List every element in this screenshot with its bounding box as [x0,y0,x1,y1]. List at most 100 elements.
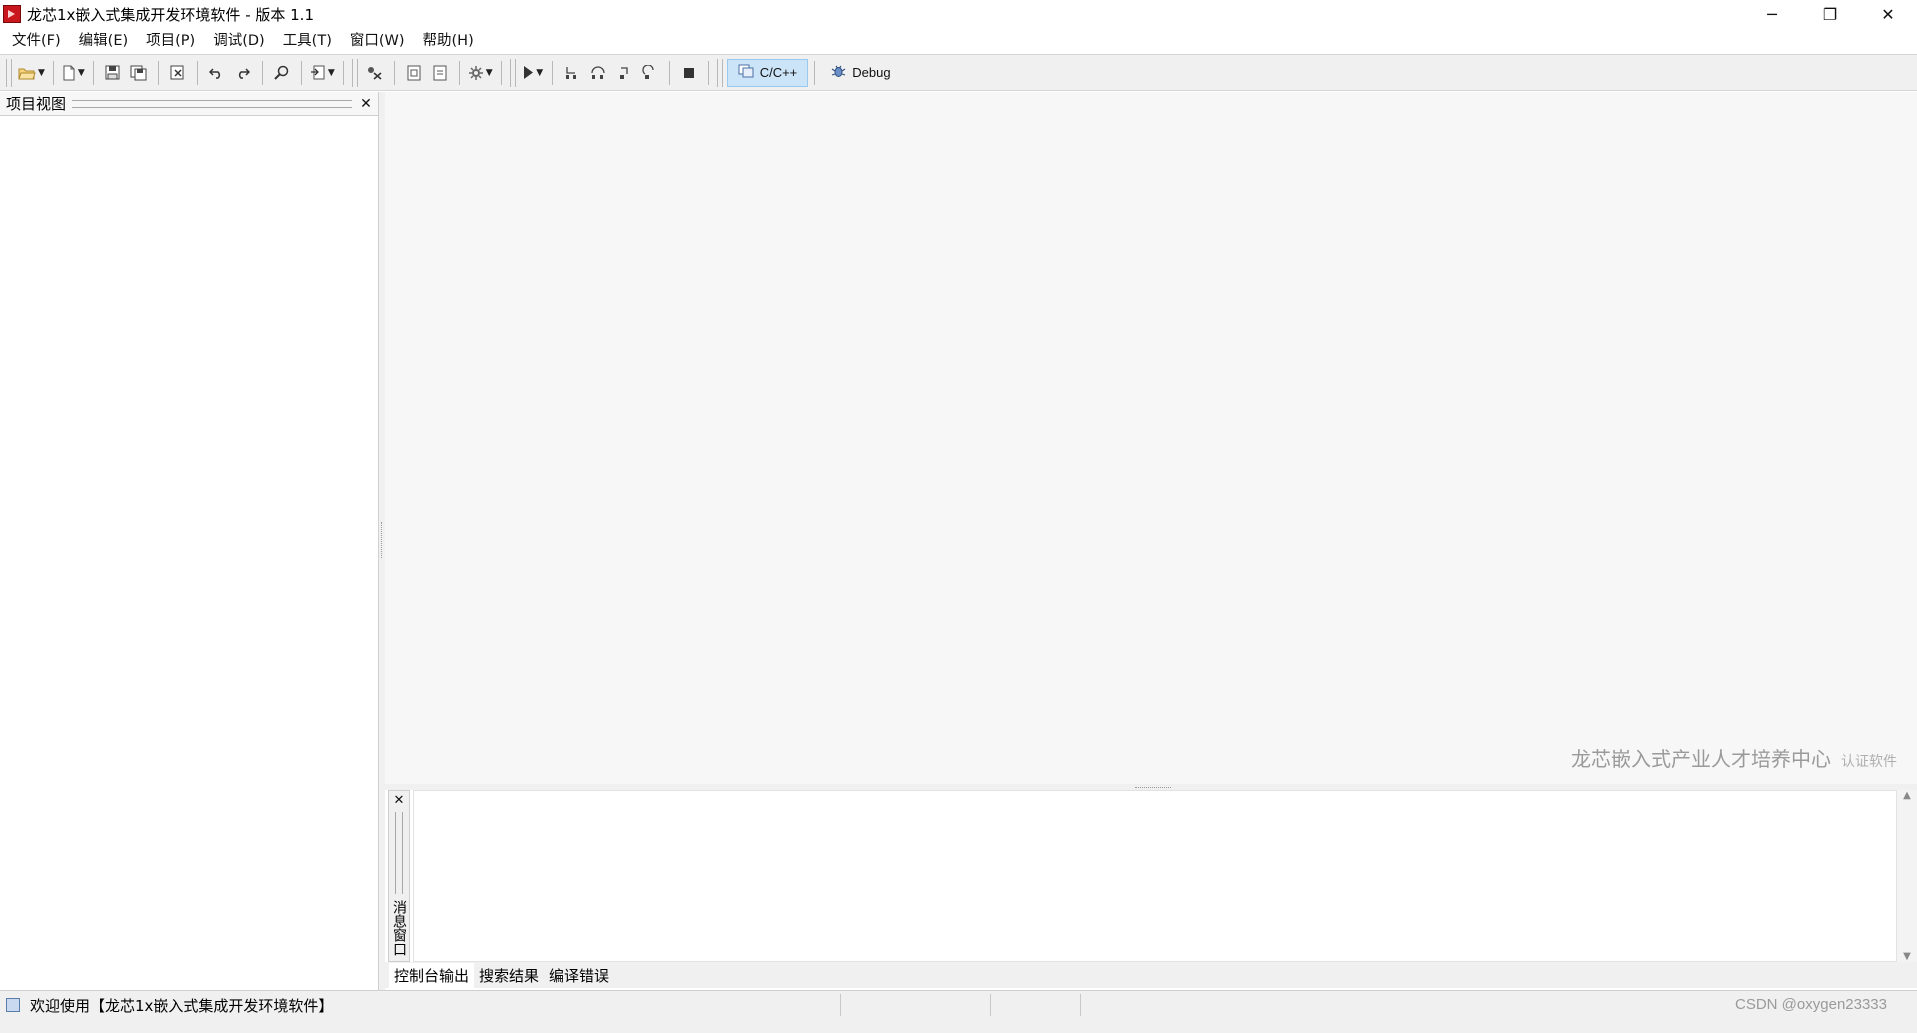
menu-help[interactable]: 帮助(H) [414,28,483,54]
status-bar: 欢迎使用【龙芯1x嵌入式集成开发环境软件】 CSDN @oxygen23333 [0,990,1917,1019]
tab-console-output[interactable]: 控制台输出 [389,963,475,988]
insert-button[interactable]: ▼ [308,59,337,87]
restore-button[interactable]: ❐ [1801,0,1859,28]
watermark: 龙芯嵌入式产业人才培养中心 认证软件 [1571,743,1897,772]
undo-icon [209,67,224,79]
toolbar-separator [814,60,816,85]
menu-tools[interactable]: 工具(T) [274,28,341,54]
step-out-icon [617,65,631,80]
run-button[interactable]: ▼ [520,59,546,87]
editor-area[interactable]: 龙芯嵌入式产业人才培养中心 认证软件 [385,92,1917,784]
toolbar-separator [668,60,670,85]
find-button[interactable] [269,59,295,87]
open-folder-button[interactable]: ▼ [16,59,47,87]
status-pane [1080,994,1280,1016]
redo-button[interactable] [230,59,256,87]
step-over-button[interactable] [585,59,611,87]
toolbar-separator [92,60,94,85]
new-file-button[interactable]: ▼ [60,59,87,87]
cpp-perspective-icon [738,64,754,81]
paste-button[interactable] [427,59,453,87]
chevron-down-icon[interactable]: ▼ [78,68,85,78]
project-tree[interactable] [0,116,378,988]
project-view-title: 项目视图 [6,95,67,113]
scroll-down-icon[interactable]: ▼ [1903,951,1911,962]
watermark-main-text: 龙芯嵌入式产业人才培养中心 [1571,747,1831,771]
bug-icon [831,64,846,82]
tools-button[interactable] [362,59,388,87]
close-file-button[interactable] [165,59,191,87]
menu-edit[interactable]: 编辑(E) [70,28,137,54]
panel-drag-handle[interactable] [72,99,352,108]
settings-button[interactable]: ▼ [466,59,495,87]
menu-bar: 文件(F) 编辑(E) 项目(P) 调试(D) 工具(T) 窗口(W) 帮助(H… [0,28,1917,54]
project-view-header: 项目视图 ✕ [0,92,378,116]
chevron-down-icon[interactable]: ▼ [328,68,335,78]
status-message: 欢迎使用【龙芯1x嵌入式集成开发环境软件】 [30,996,334,1015]
chevron-down-icon[interactable]: ▼ [536,68,543,78]
chevron-down-icon[interactable]: ▼ [38,68,45,78]
step-over-icon [590,65,606,80]
menu-file[interactable]: 文件(F) [3,28,70,54]
tab-compile-errors[interactable]: 编译错误 [544,963,614,988]
app-logo-icon [3,5,21,23]
step-return-button[interactable] [637,59,663,87]
step-into-button[interactable] [559,59,585,87]
undo-button[interactable] [204,59,230,87]
message-window-close-icon[interactable]: ✕ [394,793,405,808]
menu-project[interactable]: 项目(P) [137,28,204,54]
toolbar-separator [393,60,395,85]
toolbar-grip[interactable] [509,58,516,87]
toolbar-separator [52,60,54,85]
insert-icon [310,65,326,80]
cpp-perspective-button[interactable]: C/C++ [726,58,809,87]
copy-icon [407,65,421,81]
message-window-title: 消息窗口 [391,900,407,956]
toolbar-grip[interactable] [6,58,12,87]
close-window-button[interactable]: ✕ [1859,0,1917,28]
save-button[interactable] [100,59,126,87]
open-folder-icon [18,66,36,80]
toolbar-separator [707,60,709,85]
project-view-close-icon[interactable]: ✕ [358,96,374,112]
menu-window[interactable]: 窗口(W) [341,28,414,54]
toolbar-grip[interactable] [351,58,358,87]
save-all-button[interactable] [126,59,152,87]
debug-perspective-label: Debug [852,65,891,80]
cpp-perspective-label: C/C++ [759,65,798,80]
tab-search-results[interactable]: 搜索结果 [474,963,544,988]
step-out-button[interactable] [611,59,637,87]
stop-icon [683,67,695,79]
chevron-down-icon[interactable]: ▼ [486,68,493,78]
settings-icon [468,65,484,81]
project-view-panel: 项目视图 ✕ [0,92,379,990]
scroll-up-icon[interactable]: ▲ [1903,790,1911,801]
toolbar-separator [261,60,263,85]
minimize-button[interactable]: ─ [1743,0,1801,28]
stop-button[interactable] [676,59,702,87]
window-title: 龙芯1x嵌入式集成开发环境软件 - 版本 1.1 [27,5,314,24]
menu-debug[interactable]: 调试(D) [204,28,273,54]
message-window-panel: ✕ 消息窗口 ▲ ▼ 控制台输出 搜索结果 编译错误 [385,790,1917,990]
toolbar-grip[interactable] [716,58,723,87]
output-tabs: 控制台输出 搜索结果 编译错误 [385,962,1917,988]
vertical-scrollbar[interactable]: ▲ ▼ [1897,790,1917,962]
close-file-icon [170,65,185,80]
tools-icon [366,65,383,80]
save-icon [105,65,120,80]
toolbar-separator [458,60,460,85]
toolbar-separator [300,60,302,85]
corner-watermark-text: CSDN @oxygen23333 [1735,996,1887,1013]
toolbar-separator [500,60,502,85]
window-controls: ─ ❐ ✕ [1743,0,1917,28]
panel-drag-handle[interactable] [395,812,403,894]
copy-button[interactable] [401,59,427,87]
toolbar: ▼ ▼ ▼ ▼ ▼ C/C++ Debug [0,54,1917,91]
console-output-area[interactable] [413,790,1897,962]
run-icon [522,65,534,80]
bottom-edge [0,1019,1917,1033]
toolbar-separator [551,60,553,85]
save-all-icon [130,65,147,81]
toolbar-separator [196,60,198,85]
debug-perspective-button[interactable]: Debug [821,59,900,87]
